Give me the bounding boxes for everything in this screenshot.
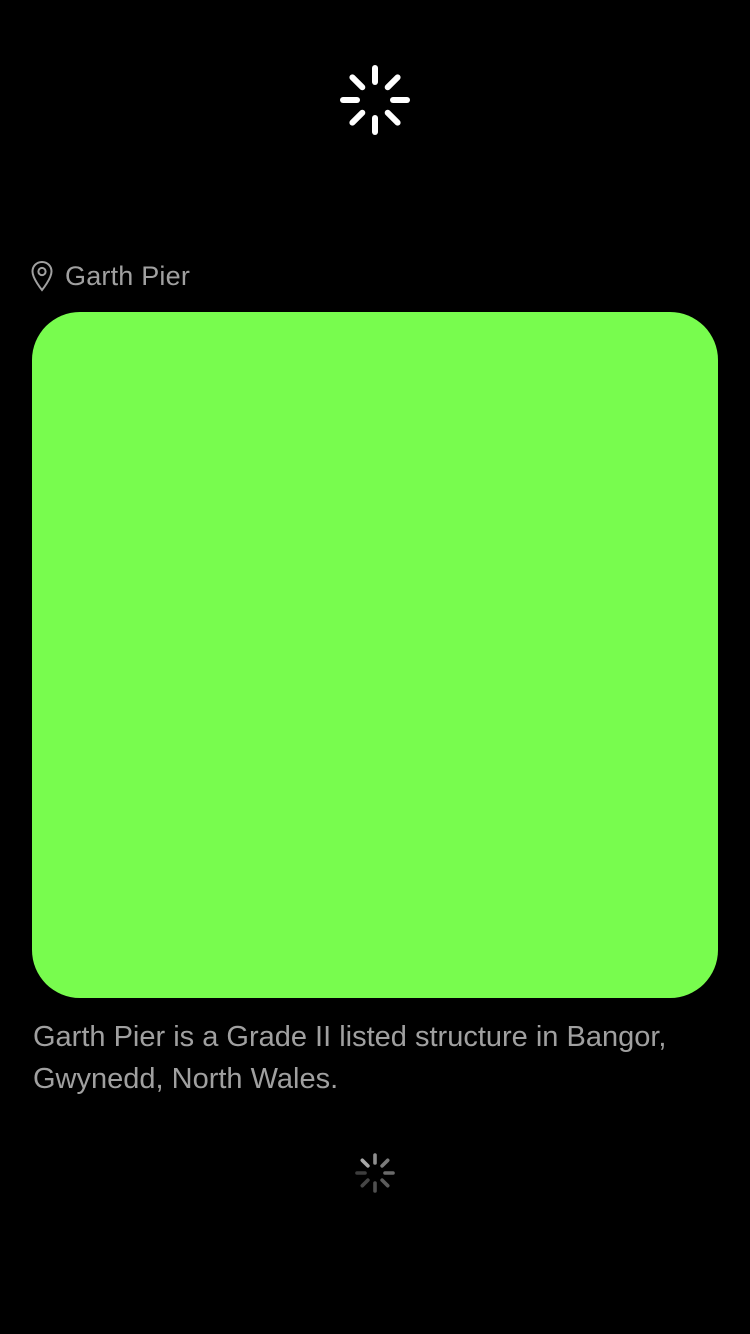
description-text: Garth Pier is a Grade II listed structur…	[33, 1021, 667, 1095]
media-card[interactable]	[32, 312, 718, 998]
map-pin-icon	[30, 260, 54, 292]
location-name: Garth Pier	[65, 261, 191, 291]
bottom-loading-spinner-icon	[354, 1152, 396, 1194]
top-loading-spinner-icon	[339, 64, 411, 136]
location-row[interactable]: Garth Pier	[30, 258, 190, 294]
